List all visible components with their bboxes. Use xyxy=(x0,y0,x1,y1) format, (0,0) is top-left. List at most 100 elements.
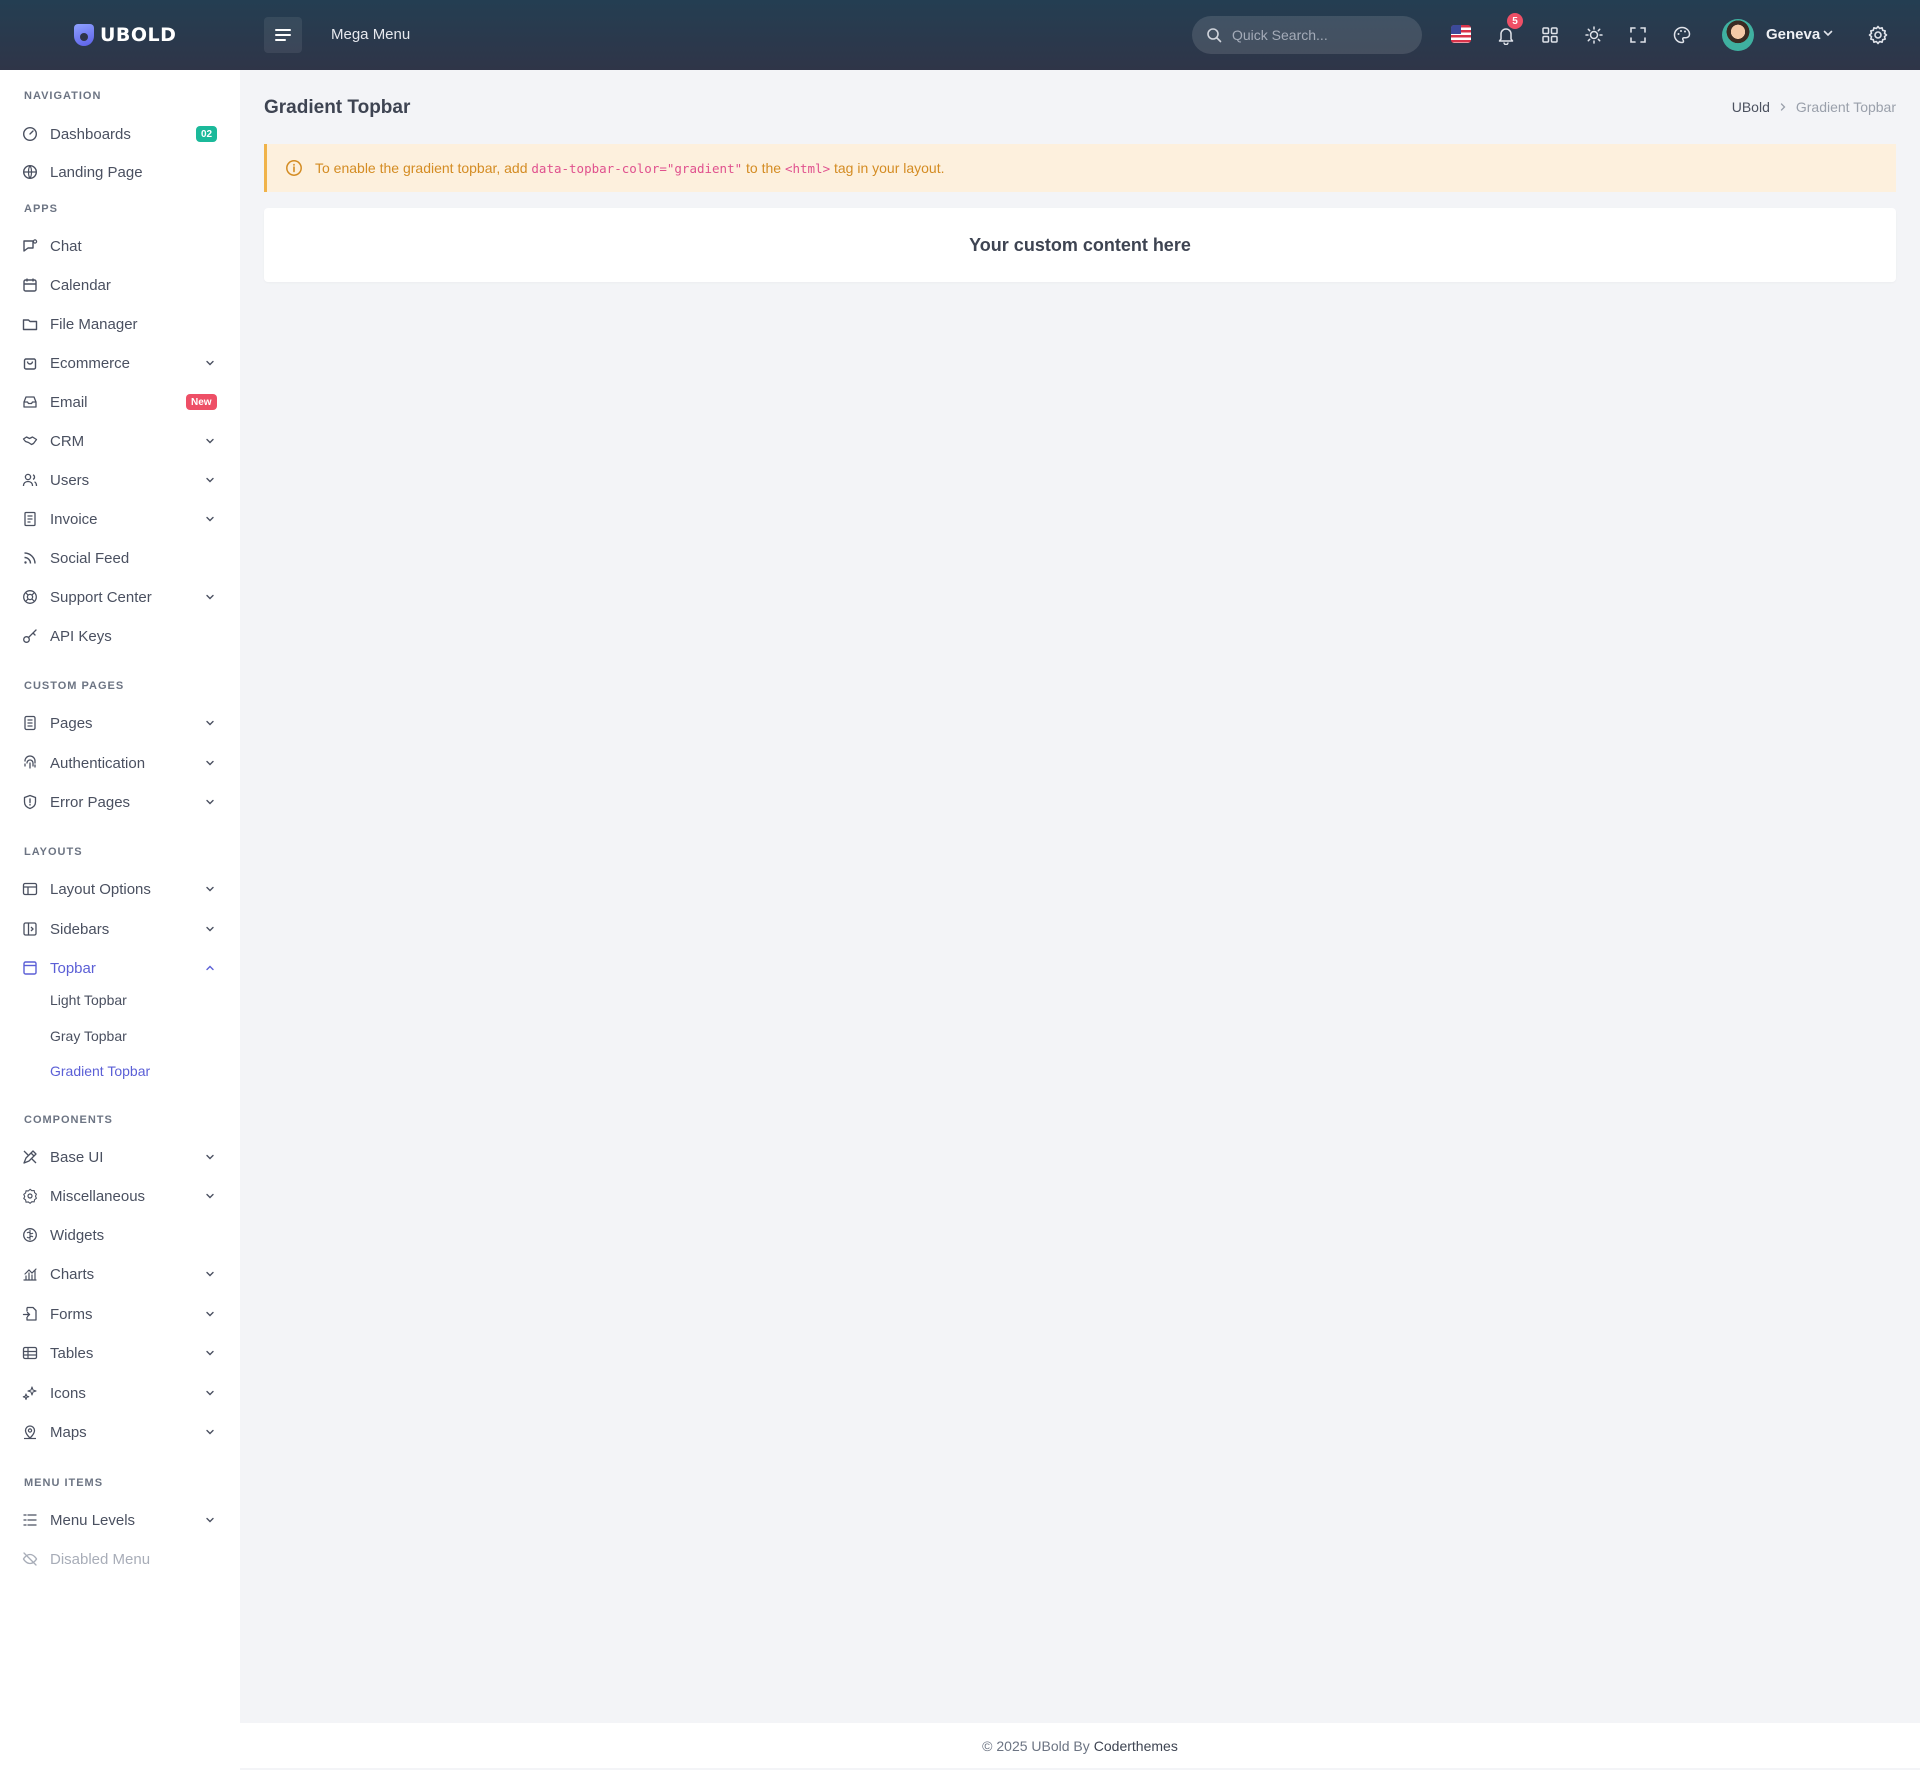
info-circle-icon xyxy=(285,159,303,177)
sidebar-item-users[interactable]: Users xyxy=(0,464,240,496)
language-flag-icon[interactable] xyxy=(1451,25,1471,43)
sidebar-item-miscellaneous[interactable]: Miscellaneous xyxy=(0,1180,240,1212)
sidebar-item-label: Tables xyxy=(50,1344,94,1362)
footer-brand-link[interactable]: Coderthemes xyxy=(1094,1738,1178,1754)
apps-button[interactable] xyxy=(1538,23,1562,47)
sidebar-item-menu-levels[interactable]: Menu Levels xyxy=(0,1504,240,1536)
notification-count-badge: 5 xyxy=(1507,13,1523,29)
sidebar-item-label: Charts xyxy=(50,1265,95,1283)
chevron-right-icon xyxy=(1778,102,1788,112)
fullscreen-icon xyxy=(1630,27,1646,43)
sidebar-item-maps[interactable]: Maps xyxy=(0,1416,240,1448)
badge-icon xyxy=(22,1188,38,1204)
section-title-layouts: LAYOUTS xyxy=(24,846,83,858)
sidebar-item-authentication[interactable]: Authentication xyxy=(0,747,240,779)
sidebar-item-layout-options[interactable]: Layout Options xyxy=(0,873,240,905)
file-text-icon xyxy=(22,715,38,731)
sidebar-item-chat[interactable]: Chat xyxy=(0,230,240,262)
sidebar-subitem-gray-topbar[interactable]: Gray Topbar xyxy=(50,1028,127,1044)
user-avatar[interactable] xyxy=(1722,19,1754,51)
alert-text-before: To enable the gradient topbar, add xyxy=(315,160,532,176)
sidebar-item-calendar[interactable]: Calendar xyxy=(0,269,240,301)
chevron-down-icon xyxy=(204,357,216,369)
chevron-down-icon xyxy=(204,1190,216,1202)
chevron-down-icon xyxy=(204,1151,216,1163)
sidebar-item-tables[interactable]: Tables xyxy=(0,1337,240,1369)
sidebar-item-file-manager[interactable]: File Manager xyxy=(0,308,240,340)
footer-copyright: © 2025 UBold By xyxy=(982,1737,1090,1754)
sidebar-item-support-center[interactable]: Support Center xyxy=(0,581,240,613)
chevron-down-icon xyxy=(204,1514,216,1526)
sidebar-item-label: Menu Levels xyxy=(50,1511,136,1529)
sidebar-item-sidebars[interactable]: Sidebars xyxy=(0,913,240,945)
sidebar: NAVIGATION Dashboards 02 Landing Page AP… xyxy=(0,70,240,1770)
globe-icon xyxy=(22,164,38,180)
sidebar-item-label: CRM xyxy=(50,432,85,450)
sidebar-item-label: Sidebars xyxy=(50,920,110,938)
search-box[interactable] xyxy=(1192,16,1422,54)
logo[interactable]: UBOLD xyxy=(74,24,176,46)
inbox-icon xyxy=(22,394,38,410)
section-title-custom-pages: CUSTOM PAGES xyxy=(24,680,125,692)
sidebar-item-label: Icons xyxy=(50,1384,86,1402)
pencil-ruler-icon xyxy=(22,1149,38,1165)
chevron-down-icon xyxy=(204,923,216,935)
sidebar-item-ecommerce[interactable]: Ecommerce xyxy=(0,347,240,379)
topbar-layout-icon xyxy=(22,960,38,976)
sidebar-item-label: Layout Options xyxy=(50,880,151,898)
chevron-down-icon xyxy=(204,717,216,729)
palette-button[interactable] xyxy=(1670,23,1694,47)
sidebar-item-pages[interactable]: Pages xyxy=(0,707,240,739)
map-pin-icon xyxy=(22,1424,38,1440)
sidebar-item-charts[interactable]: Charts xyxy=(0,1258,240,1290)
sidebar-item-topbar[interactable]: Topbar xyxy=(0,952,240,984)
sidebar-toggle-button[interactable] xyxy=(264,17,302,53)
sidebar-item-label: Support Center xyxy=(50,588,152,606)
sidebar-item-forms[interactable]: Forms xyxy=(0,1298,240,1330)
sidebar-item-base-ui[interactable]: Base UI xyxy=(0,1141,240,1173)
sidebar-item-label: Miscellaneous xyxy=(50,1187,146,1205)
sparkles-icon xyxy=(22,1385,38,1401)
sidebar-item-icons[interactable]: Icons xyxy=(0,1377,240,1409)
hamburger-icon xyxy=(275,29,291,41)
sidebar-item-label: File Manager xyxy=(50,315,138,333)
chevron-down-icon xyxy=(204,796,216,808)
handshake-icon xyxy=(22,433,38,449)
sidebar-item-crm[interactable]: CRM xyxy=(0,425,240,457)
sidebar-item-label: Chat xyxy=(50,237,82,255)
mega-menu-link[interactable]: Mega Menu xyxy=(331,26,410,43)
palette-icon xyxy=(1673,26,1691,44)
chevron-down-icon xyxy=(204,435,216,447)
breadcrumb-root-link[interactable]: UBold xyxy=(1732,99,1770,115)
sidebar-item-widgets[interactable]: Widgets xyxy=(0,1219,240,1251)
list-tree-icon xyxy=(22,1512,38,1528)
alert-text-after: tag in your layout. xyxy=(830,160,945,176)
settings-button[interactable] xyxy=(1866,23,1890,47)
sidebar-item-dashboards[interactable]: Dashboards 02 xyxy=(0,118,240,150)
chevron-down-icon xyxy=(204,591,216,603)
fullscreen-button[interactable] xyxy=(1626,23,1650,47)
sidebar-item-email[interactable]: Email New xyxy=(0,386,240,418)
sidebar-item-label: Users xyxy=(50,471,90,489)
sidebar-item-invoice[interactable]: Invoice xyxy=(0,503,240,535)
sidebar-item-label: Error Pages xyxy=(50,793,131,811)
sidebar-item-label: Authentication xyxy=(50,754,146,772)
lifebuoy-icon xyxy=(22,589,38,605)
sidebar-item-api-keys[interactable]: API Keys xyxy=(0,620,240,652)
chevron-down-icon xyxy=(204,1387,216,1399)
folder-icon xyxy=(22,316,38,332)
theme-toggle-button[interactable] xyxy=(1582,23,1606,47)
user-name[interactable]: Geneva xyxy=(1766,26,1820,43)
sidebar-subitem-light-topbar[interactable]: Light Topbar xyxy=(50,992,127,1008)
search-input[interactable] xyxy=(1232,27,1402,43)
alert-code-tag: <html> xyxy=(784,161,831,176)
card-text: Your custom content here xyxy=(969,234,1191,255)
sidebar-item-label: Calendar xyxy=(50,276,111,294)
sidebar-subitem-gradient-topbar[interactable]: Gradient Topbar xyxy=(50,1063,150,1079)
users-icon xyxy=(22,472,38,488)
sidebar-item-error-pages[interactable]: Error Pages xyxy=(0,786,240,818)
sidebar-item-landing-page[interactable]: Landing Page xyxy=(0,156,240,188)
sidebar-item-label: Social Feed xyxy=(50,549,130,567)
sidebar-item-social-feed[interactable]: Social Feed xyxy=(0,542,240,574)
chevron-down-icon[interactable] xyxy=(1822,27,1834,39)
